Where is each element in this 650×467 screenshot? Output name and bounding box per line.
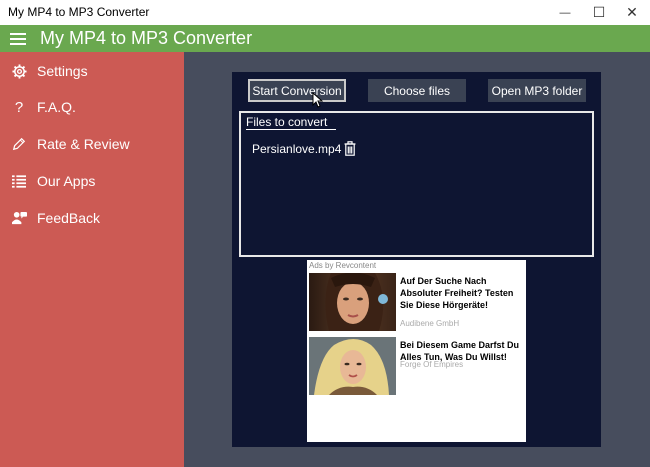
maximize-icon: ☐ (592, 4, 606, 20)
file-name: Persianlove.mp4 (252, 141, 342, 156)
list-icon (11, 174, 27, 188)
sidebar-item-feedback[interactable]: FeedBack (0, 200, 184, 236)
sidebar-item-label: Settings (37, 63, 88, 79)
hamburger-menu-icon[interactable] (10, 33, 26, 45)
sidebar-item-label: FeedBack (37, 210, 101, 226)
ads-panel: Ads by Revcontent Auf Der Suche Nach Abs… (307, 260, 526, 442)
ad-item[interactable]: Bei Diesem Game Darfst Du Alles Tun, Was… (309, 337, 524, 395)
close-button[interactable]: ✕ (615, 0, 649, 25)
sidebar-item-rate-review[interactable]: Rate & Review (0, 126, 184, 162)
close-icon: ✕ (626, 4, 638, 20)
title-bar: My MP4 to MP3 Converter — ☐ ✕ (0, 0, 650, 26)
ad-image[interactable] (309, 337, 396, 395)
question-icon: ? (14, 98, 24, 116)
choose-files-button[interactable]: Choose files (368, 79, 466, 102)
window-title: My MP4 to MP3 Converter (8, 5, 150, 19)
ad-headline[interactable]: Auf Der Suche Nach Absoluter Freiheit? T… (400, 275, 522, 311)
ad-sponsor: Audibene GmbH (400, 319, 460, 328)
people-icon (11, 211, 27, 226)
minimize-icon: — (559, 6, 571, 19)
sidebar-item-faq[interactable]: ? F.A.Q. (0, 89, 184, 125)
open-mp3-folder-button[interactable]: Open MP3 folder (488, 79, 586, 102)
ads-header: Ads by Revcontent (309, 261, 377, 270)
app-title: My MP4 to MP3 Converter (40, 28, 253, 48)
ad-sponsor: Forge Of Empires (400, 360, 464, 369)
sidebar-item-label: F.A.Q. (37, 99, 76, 115)
minimize-button[interactable]: — (548, 0, 582, 25)
pencil-icon (11, 137, 27, 151)
files-to-convert-box: Files to convert Persianlove.mp4 (239, 111, 594, 257)
maximize-button[interactable]: ☐ (582, 0, 616, 25)
sidebar-item-settings[interactable]: Settings (0, 53, 184, 89)
sidebar: Settings ? F.A.Q. Rate & Review Our Apps… (0, 52, 184, 467)
sidebar-item-our-apps[interactable]: Our Apps (0, 163, 184, 199)
sidebar-item-label: Rate & Review (37, 136, 130, 152)
start-conversion-button[interactable]: Start Conversion (248, 79, 346, 102)
gear-icon (11, 63, 27, 79)
trash-icon[interactable] (344, 141, 356, 156)
files-box-title: Files to convert (246, 115, 337, 130)
ad-item[interactable]: Auf Der Suche Nach Absoluter Freiheit? T… (309, 272, 524, 331)
sidebar-item-label: Our Apps (37, 173, 96, 189)
app-bar: My MP4 to MP3 Converter (0, 25, 650, 52)
ad-image[interactable] (309, 272, 396, 331)
list-item: Persianlove.mp4 (252, 141, 356, 156)
mouse-cursor-icon (312, 92, 323, 108)
